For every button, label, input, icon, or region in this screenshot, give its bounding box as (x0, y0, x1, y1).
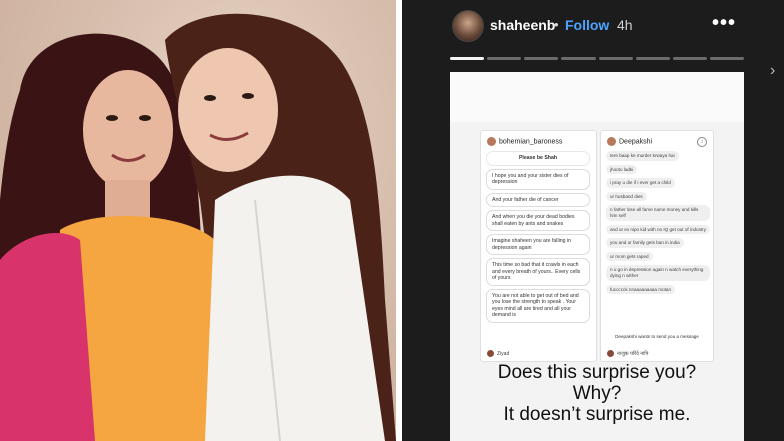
story-progress-bar (450, 57, 744, 60)
dm-left-footer-avatar (487, 350, 494, 357)
progress-segment (561, 57, 596, 60)
next-story-arrow-icon[interactable]: › (770, 62, 775, 80)
message-bubble: Please be Shah (486, 151, 590, 166)
caption-line-3: It doesn’t surprise me. (503, 404, 691, 425)
dm-screenshot-right: Deepakshi i tere baap ke murder krwaya h… (600, 130, 714, 362)
dm-left-footer-name: Ziyad (497, 350, 510, 357)
message-bubble: ur mom gets raped (606, 251, 653, 262)
avatar[interactable] (452, 10, 484, 42)
follow-button[interactable]: Follow (565, 17, 609, 33)
story-caption: Does this surprise you? Why? It doesn’t … (450, 362, 744, 425)
dm-right-header: Deepakshi (607, 137, 652, 146)
photo-two-women (0, 0, 396, 441)
message-bubble: n father lose all fame name money and ki… (606, 205, 710, 221)
instagram-story[interactable]: shaheenb • Follow 4h ••• › bohemian_baro… (402, 0, 784, 441)
message-bubble: I hope you and your sister dies of depre… (486, 168, 590, 190)
progress-segment (524, 57, 559, 60)
dm-right-footer-avatar (607, 350, 614, 357)
story-content-card: bohemian_baroness Please be Shah I hope … (450, 72, 744, 441)
progress-segment (672, 57, 707, 60)
post-time: 4h (617, 17, 633, 33)
message-request-notice: Deepakshi wants to send you a message (615, 334, 699, 339)
progress-segment (598, 57, 633, 60)
message-bubble: you and ur family gets ban in india (606, 238, 684, 248)
message-bubble: jhootu ladki (606, 164, 638, 175)
dm-left-handle: bohemian_baroness (499, 138, 563, 146)
message-bubble: This time so bad that it crawls in each … (486, 258, 590, 286)
dm-left-footer: Ziyad (487, 350, 509, 357)
message-bubble: You are not able to get out of bed and y… (486, 288, 590, 323)
caption-line-2: Why? (572, 383, 622, 404)
dm-right-handle: Deepakshi (619, 138, 653, 146)
story-header: shaheenb • Follow 4h ••• (402, 0, 784, 52)
message-bubble: Imagine shaheen you are falling in depre… (486, 234, 590, 255)
dm-right-avatar (607, 137, 616, 146)
message-bubble: And your father die of cancer (486, 192, 590, 207)
dm-left-header: bohemian_baroness (487, 137, 562, 146)
separator-dot: • (554, 17, 559, 32)
progress-segment (709, 57, 744, 60)
dm-right-footer-name: नाजुक परिंदे नापि (617, 350, 649, 357)
progress-segment (487, 57, 522, 60)
dm-right-footer: नाजुक परिंदे नापि (607, 350, 648, 357)
dm-right-messages: tere baap ke murder krwaya hai jhootu la… (606, 151, 710, 298)
message-bubble: fuccccck nnaaaaaaaaa motan (606, 284, 676, 295)
card-top-blank (450, 72, 744, 122)
more-icon[interactable]: ••• (712, 12, 736, 35)
message-bubble: And when you die your dead bodies shall … (486, 210, 590, 231)
message-bubble: tere baap ke murder krwaya hai (606, 151, 679, 161)
photo-illustration (0, 13, 396, 441)
username-link[interactable]: shaheenb (490, 17, 555, 33)
progress-segment (635, 57, 670, 60)
message-bubble: and ur ex nipo kid with no IQ get out of… (606, 224, 710, 235)
message-bubble: n u go in depression again n watch every… (606, 265, 710, 281)
message-bubble: ur husband dies (606, 191, 647, 202)
info-icon: i (697, 137, 707, 147)
dm-screenshot-left: bohemian_baroness Please be Shah I hope … (480, 130, 597, 362)
caption-line-1: Does this surprise you? (497, 362, 697, 383)
dm-left-avatar (487, 137, 496, 146)
message-bubble: i pray u die if i ever get a child (606, 178, 675, 188)
progress-segment (450, 57, 485, 60)
dm-left-messages: Please be Shah I hope you and your siste… (486, 151, 590, 326)
